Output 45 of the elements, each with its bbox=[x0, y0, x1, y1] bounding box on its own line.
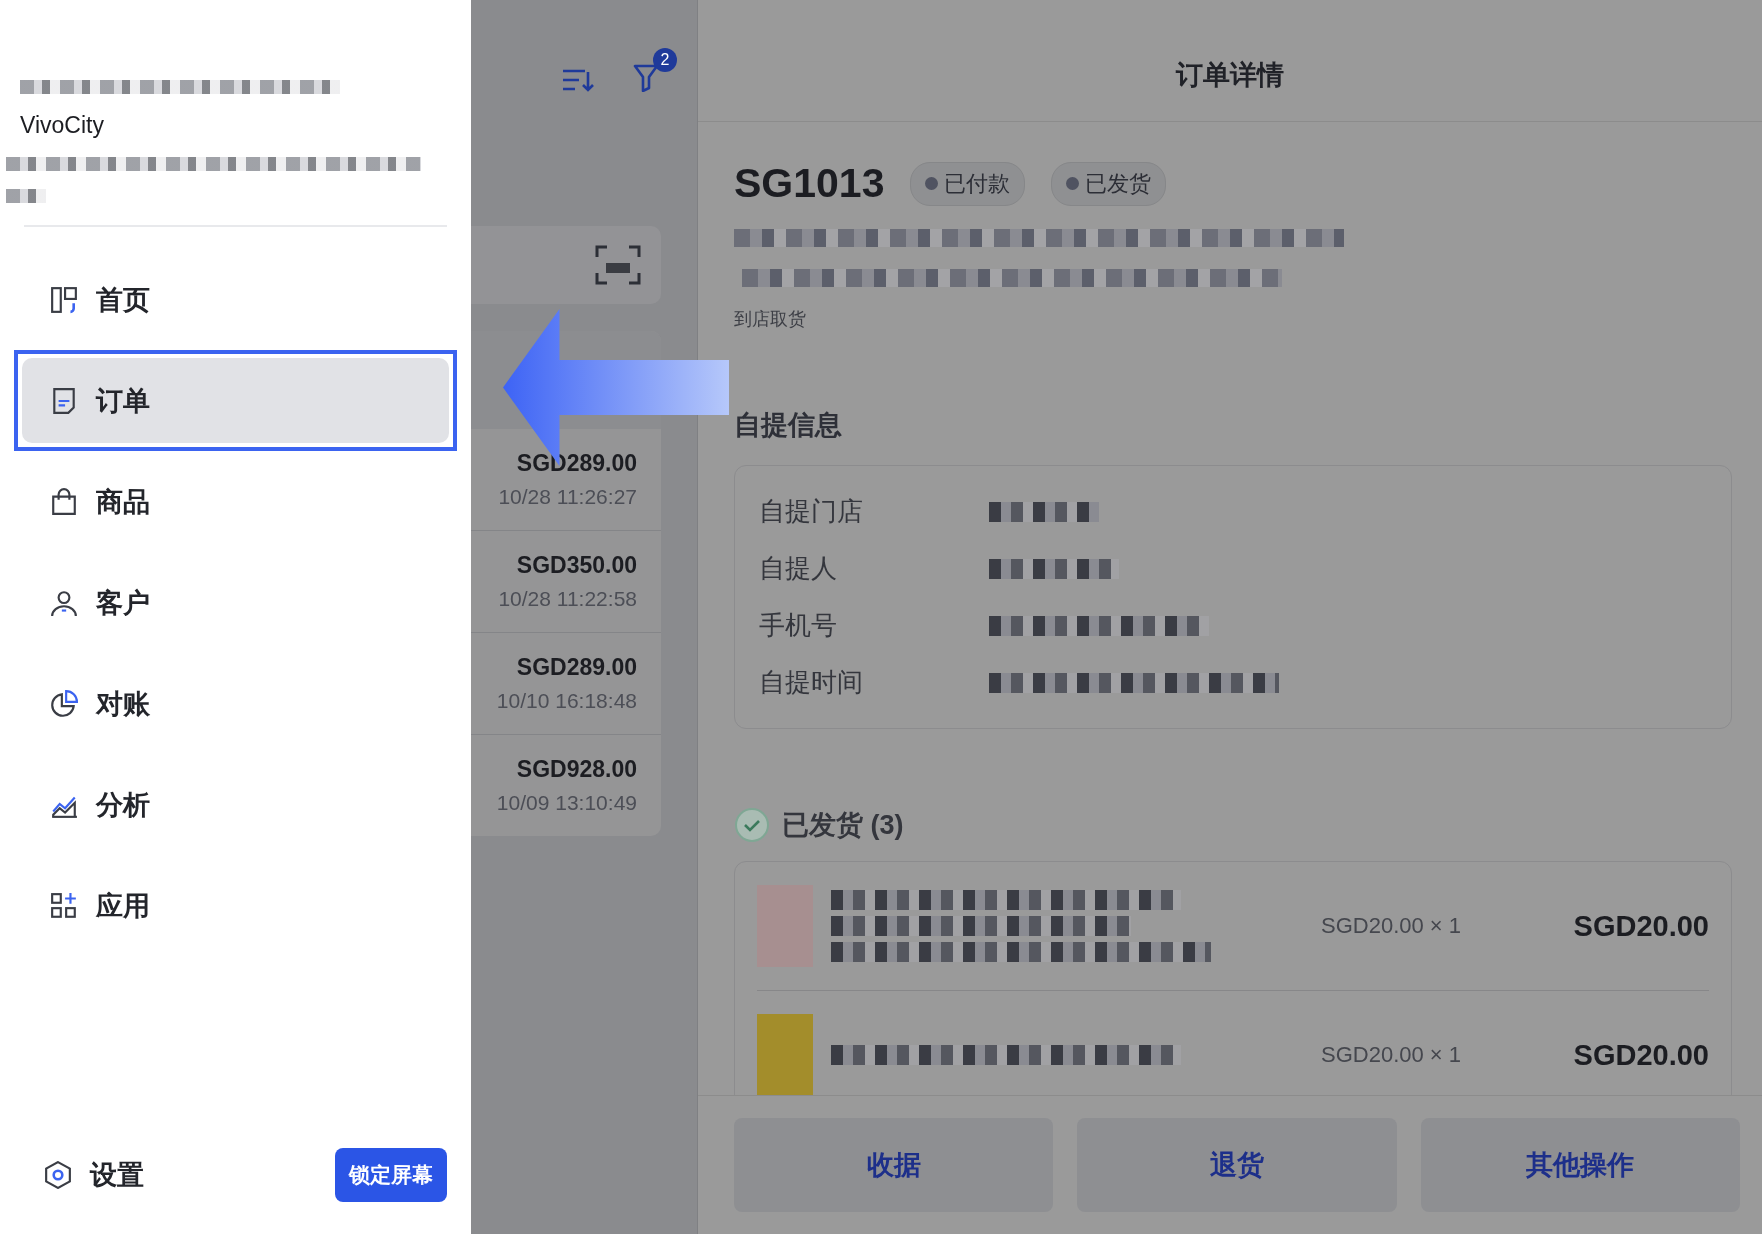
sort-icon[interactable] bbox=[561, 68, 595, 94]
unit-price: SGD20.00 × 1 bbox=[1321, 913, 1463, 939]
search-bar[interactable] bbox=[471, 226, 661, 304]
field-label: 自提人 bbox=[759, 552, 838, 585]
order-number: SG1013 bbox=[734, 160, 885, 207]
unit-price: SGD20.00 × 1 bbox=[1321, 1042, 1463, 1068]
layout-icon bbox=[50, 285, 78, 314]
redacted-text bbox=[6, 189, 46, 203]
settings-icon bbox=[44, 1161, 72, 1189]
field-label: 手机号 bbox=[759, 609, 838, 642]
person-icon bbox=[50, 588, 78, 617]
nav-item[interactable]: 分析 bbox=[22, 762, 449, 847]
lock-screen-button[interactable]: 锁定屏幕 bbox=[335, 1148, 447, 1202]
order-amount[interactable]: SGD289.00 bbox=[516, 654, 637, 681]
grid-icon bbox=[50, 891, 78, 920]
section-title: 自提信息 bbox=[734, 409, 843, 442]
nav-item[interactable]: 应用 bbox=[22, 863, 449, 948]
pie-chart-icon bbox=[50, 689, 78, 718]
action-button[interactable]: 其他操作 bbox=[1420, 1118, 1740, 1212]
nav-item[interactable]: 对账 bbox=[22, 661, 449, 746]
store-name: VivoCity bbox=[20, 112, 105, 139]
line-total: SGD20.00 bbox=[1572, 1038, 1709, 1072]
status-badge: 已发货 bbox=[1051, 161, 1167, 206]
status-badge: 已付款 bbox=[910, 161, 1026, 206]
page-title: 订单详情 bbox=[1176, 59, 1284, 92]
action-button[interactable]: 退货 bbox=[1077, 1118, 1397, 1212]
nav-item[interactable]: 首页 bbox=[22, 257, 449, 342]
order-amount[interactable]: SGD289.00 bbox=[516, 450, 637, 477]
order-amount[interactable]: SGD928.00 bbox=[516, 756, 637, 783]
filter-count-badge: 2 bbox=[653, 48, 677, 72]
section-title: 已发货 (3) bbox=[782, 809, 904, 842]
scan-icon[interactable] bbox=[595, 245, 641, 285]
nav-item[interactable]: 商品 bbox=[22, 459, 449, 544]
nav-item[interactable]: 订单 bbox=[22, 358, 449, 443]
nav-item[interactable]: 客户 bbox=[22, 560, 449, 645]
line-total: SGD20.00 bbox=[1572, 909, 1709, 943]
action-button[interactable]: 收据 bbox=[734, 1118, 1054, 1212]
settings-item[interactable]: 设置 bbox=[44, 1157, 144, 1193]
document-icon bbox=[50, 386, 78, 415]
bag-icon bbox=[50, 487, 78, 516]
field-label: 自提门店 bbox=[759, 495, 864, 528]
check-circle-icon bbox=[734, 807, 770, 843]
delivery-method: 到店取货 bbox=[734, 308, 807, 331]
field-label: 自提时间 bbox=[759, 666, 864, 699]
order-amount[interactable]: SGD350.00 bbox=[516, 552, 637, 579]
